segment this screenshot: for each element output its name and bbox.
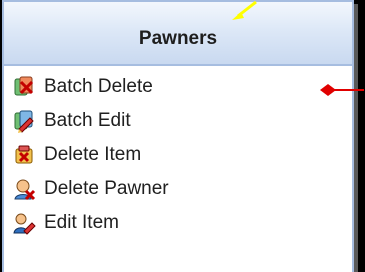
menu-item-batch-edit[interactable]: Batch Edit [12,106,131,136]
menu-item-label: Delete Pawner [44,178,169,199]
panel-title: Pawners [138,28,218,49]
pawners-panel: Pawners Batch Delete Batch Edit Delete I… [2,0,354,272]
batch-delete-icon [12,75,36,99]
menu-list: Batch Delete Batch Edit Delete Item Dele… [2,66,354,272]
edit-item-icon [12,211,36,235]
menu-item-label: Edit Item [44,212,119,233]
menu-item-batch-delete[interactable]: Batch Delete [12,72,153,102]
annotation-arrow-red-icon [320,84,364,96]
delete-item-icon [12,143,36,167]
menu-item-edit-item[interactable]: Edit Item [12,208,119,238]
batch-edit-icon [12,109,36,133]
annotation-arrow-yellow-icon [232,0,257,20]
delete-pawner-icon [12,177,36,201]
menu-item-label: Batch Delete [44,76,153,97]
menu-item-delete-pawner[interactable]: Delete Pawner [12,174,169,204]
menu-item-delete-item[interactable]: Delete Item [12,140,141,170]
menu-item-label: Delete Item [44,144,142,165]
menu-item-label: Batch Edit [44,110,131,131]
panel-header: Pawners [2,0,354,66]
